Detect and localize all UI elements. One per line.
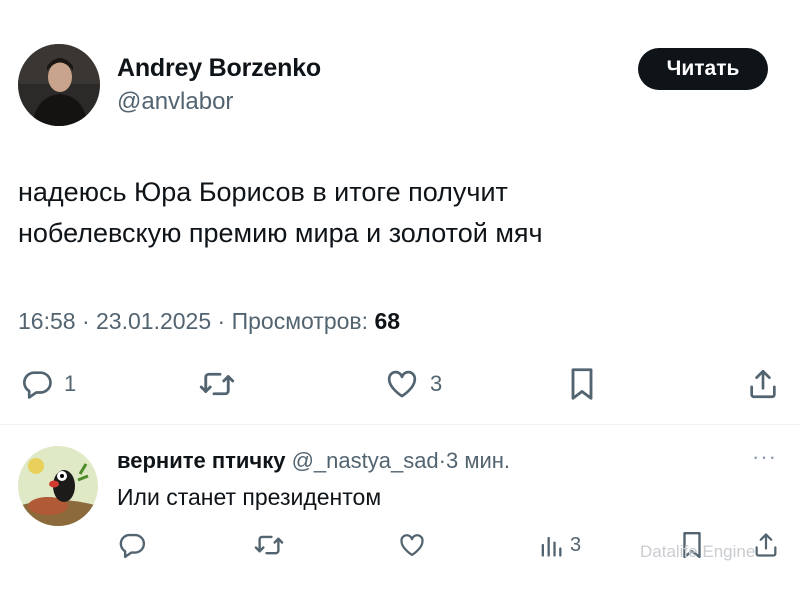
tweet-metadata: 16:58 · 23.01.2025 · Просмотров: 68 [18,308,400,335]
heart-icon [384,367,420,401]
reply-author-name[interactable]: верните птичку [117,448,285,473]
reply-share-button[interactable] [752,530,780,560]
reply-text: Или станет президентом [117,484,382,510]
like-count: 3 [430,371,443,396]
meta-separator: · [217,308,226,334]
reply-views-count: 3 [570,533,582,556]
meta-separator: · [438,448,446,473]
more-icon[interactable]: ··· [752,444,777,470]
reply-time[interactable]: 3 мин. [446,448,510,473]
tweet-time[interactable]: 16:58 [18,308,76,334]
reply-button[interactable]: 1 [20,367,76,401]
comment-icon [20,367,54,401]
retweet-icon [198,366,236,402]
retweet-icon [253,530,285,560]
analytics-icon [538,531,564,559]
watermark: Datalife Engine [640,542,756,561]
share-icon [752,530,780,560]
tweet-text-line: нобелевскую премию мира и золотой мяч [18,218,543,248]
retweet-button[interactable] [198,366,246,402]
bookmark-icon [567,366,597,402]
tweet-date[interactable]: 23.01.2025 [96,308,211,334]
bookmark-button[interactable] [567,366,597,402]
meta-separator: · [81,308,90,334]
comment-icon [117,530,147,560]
author-name[interactable]: Andrey Borzenko [117,54,321,83]
author-avatar[interactable] [18,44,100,126]
reply-reply-button[interactable] [117,530,147,560]
divider [0,424,800,425]
author-handle[interactable]: @anvlabor [117,88,233,116]
like-button[interactable]: 3 [384,367,442,401]
tweet-text-line: надеюсь Юра Борисов в итоге получит [18,177,508,207]
reply-header: верните птичку @_nastya_sad·3 мин. [117,448,510,474]
reply-like-button[interactable] [397,531,427,559]
reply-count: 1 [64,371,77,396]
share-button[interactable] [746,366,780,402]
reply-retweet-button[interactable] [253,530,285,560]
views-count: 68 [374,308,401,334]
tweet-text: надеюсь Юра Борисов в итоге получит нобе… [18,172,718,254]
reply-views-button[interactable]: 3 [538,531,581,559]
reply-author-handle[interactable]: @_nastya_sad [292,448,439,473]
follow-button[interactable]: Читать [638,48,768,90]
reply-avatar[interactable] [18,446,98,526]
heart-icon [397,531,427,559]
views-label: Просмотров: [231,308,369,334]
share-icon [746,366,780,402]
